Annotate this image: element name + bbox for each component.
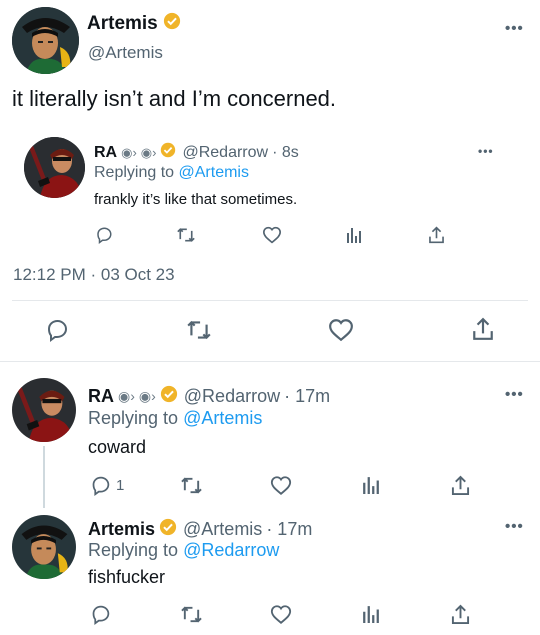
replying-to-link[interactable]: @Artemis [183, 408, 262, 428]
speaking-head-icon: ◉› [118, 388, 135, 404]
verified-badge-icon [159, 518, 177, 541]
more-options-icon[interactable]: ••• [478, 144, 494, 158]
avatar-artemis[interactable] [12, 7, 79, 74]
reply-1-handle[interactable]: @Redarrow [184, 386, 280, 407]
reply-2-display-name[interactable]: Artemis [88, 519, 155, 540]
like-icon[interactable] [328, 318, 354, 342]
main-tweet-display-name[interactable]: Artemis [87, 12, 181, 36]
like-icon[interactable] [270, 475, 292, 496]
share-icon[interactable] [451, 475, 470, 496]
avatar-redarrow[interactable] [24, 137, 85, 198]
share-icon[interactable] [428, 226, 445, 244]
reply-2-replying: Replying to @Redarrow [88, 540, 279, 561]
reply-icon[interactable] [95, 226, 113, 244]
replying-to-link[interactable]: @Redarrow [183, 540, 279, 560]
like-icon[interactable] [270, 604, 292, 625]
reply-1-time[interactable]: · 17m [284, 386, 330, 407]
more-options-icon[interactable]: ••• [505, 20, 524, 37]
quoted-reply-replying: Replying to @Artemis [94, 164, 249, 182]
quoted-reply-display-name[interactable]: RA [94, 144, 117, 162]
reply-1-text: coward [88, 437, 147, 457]
main-tweet-timestamp[interactable]: 12:12 PM · 03 Oct 23 [13, 265, 175, 285]
speaking-head-icon: ◉› [138, 388, 156, 404]
reply-2-header: Artemis @Artemis · 17m [88, 518, 312, 541]
replying-prefix: Replying to [88, 540, 179, 560]
reply-2-time[interactable]: · 17m [266, 519, 312, 540]
retweet-icon[interactable] [186, 318, 212, 342]
quoted-reply-handle[interactable]: @Redarrow [182, 144, 268, 162]
replying-prefix: Replying to [94, 164, 175, 181]
thread-line [43, 446, 45, 508]
share-icon[interactable] [451, 604, 470, 625]
verified-badge-icon [163, 12, 181, 36]
views-icon[interactable] [362, 605, 380, 623]
speaking-head-icon: ◉› [140, 144, 157, 160]
reply-count: 1 [116, 477, 125, 494]
replying-prefix: Replying to [88, 408, 179, 428]
like-icon[interactable] [262, 226, 282, 244]
verified-badge-icon [160, 385, 178, 408]
more-options-icon[interactable]: ••• [505, 386, 524, 403]
divider [12, 300, 528, 301]
verified-badge-icon [160, 142, 176, 163]
reply-icon [90, 475, 111, 496]
views-icon[interactable] [362, 476, 380, 494]
divider [0, 361, 540, 362]
retweet-icon[interactable] [176, 226, 196, 244]
quoted-reply-text: frankly it’s like that sometimes. [94, 191, 298, 208]
main-tweet-text: it literally isn’t and I’m concerned. [12, 86, 337, 111]
reply-1-display-name[interactable]: RA [88, 386, 114, 407]
speaking-head-icon: ◉› [121, 144, 137, 160]
reply-button[interactable]: 1 [90, 475, 124, 496]
retweet-icon[interactable] [180, 475, 203, 496]
reply-icon[interactable] [45, 318, 69, 342]
quoted-reply-time[interactable]: · 8s [272, 144, 299, 162]
avatar-artemis[interactable] [12, 515, 76, 579]
views-icon[interactable] [346, 227, 362, 243]
avatar-redarrow[interactable] [12, 378, 76, 442]
quoted-reply-header: RA ◉› ◉› @Redarrow · 8s [94, 142, 299, 163]
reply-1-replying: Replying to @Artemis [88, 408, 262, 429]
more-options-icon[interactable]: ••• [505, 518, 524, 535]
replying-to-link[interactable]: @Artemis [179, 164, 249, 181]
share-icon[interactable] [472, 317, 494, 341]
retweet-icon[interactable] [180, 604, 203, 625]
reply-2-handle[interactable]: @Artemis [183, 519, 262, 540]
main-tweet-name-text[interactable]: Artemis [87, 13, 158, 35]
reply-1-header: RA ◉› ◉› @Redarrow · 17m [88, 385, 330, 408]
reply-icon[interactable] [90, 604, 111, 625]
reply-2-text: fishfucker [88, 567, 166, 587]
main-tweet-handle[interactable]: @Artemis [88, 43, 163, 63]
